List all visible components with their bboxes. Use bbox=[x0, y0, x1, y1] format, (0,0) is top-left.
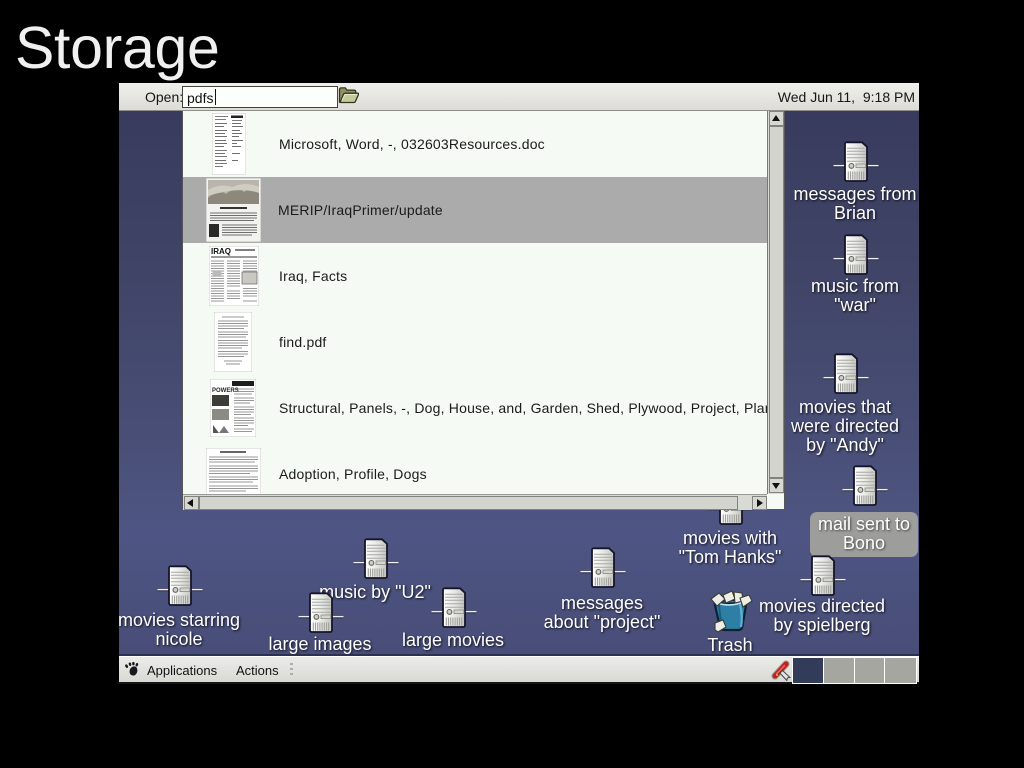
svg-text:IRAQ: IRAQ bbox=[211, 247, 231, 256]
